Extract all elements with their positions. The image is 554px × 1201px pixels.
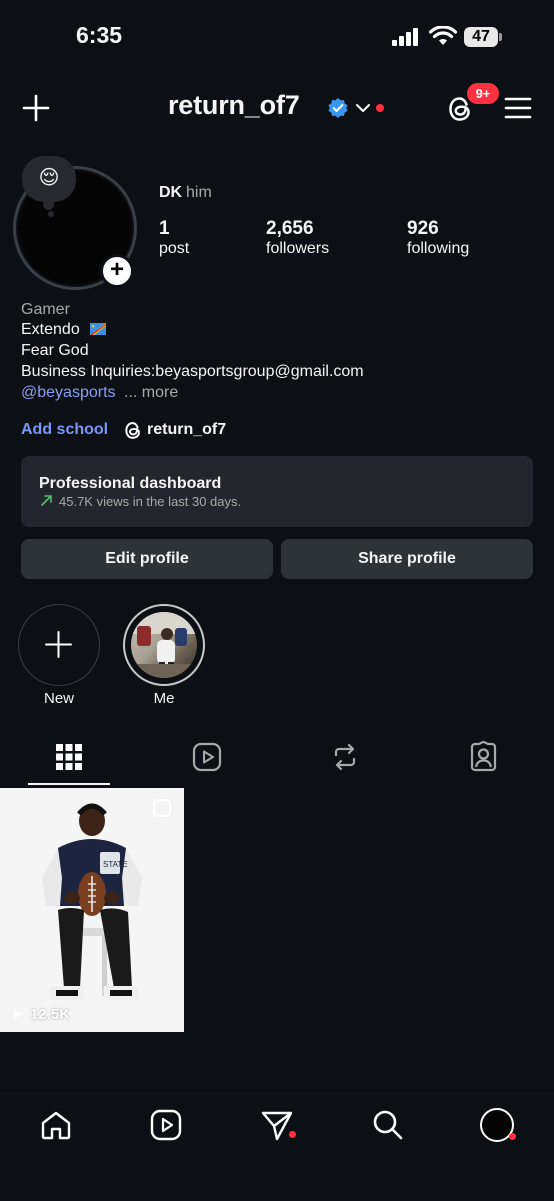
followers-label[interactable]: followers xyxy=(266,240,329,258)
unread-dot xyxy=(376,104,384,112)
note-bubble[interactable]: 😌 xyxy=(22,156,76,202)
add-school-link[interactable]: Add school xyxy=(21,421,108,439)
profile-username[interactable]: return_of7 xyxy=(168,90,300,121)
bio-line: Fear God xyxy=(21,342,89,359)
dashboard-subtitle: 45.7K views in the last 30 days. xyxy=(59,494,242,509)
status-time: 6:35 xyxy=(76,22,123,48)
battery-indicator: 47 xyxy=(464,27,498,47)
chevron-down-icon[interactable] xyxy=(355,102,371,114)
posts-label[interactable]: post xyxy=(159,240,189,258)
cellular-signal-icon xyxy=(392,28,420,46)
threads-profile-link[interactable]: return_of7 xyxy=(147,421,226,439)
edit-profile-button[interactable]: Edit profile xyxy=(21,539,273,579)
trending-up-icon xyxy=(40,494,53,507)
followers-count[interactable]: 2,656 xyxy=(266,218,314,240)
new-highlight-button[interactable] xyxy=(18,604,100,686)
add-story-button[interactable]: + xyxy=(100,254,134,288)
highlight-label: Me xyxy=(153,690,175,707)
active-tab-indicator xyxy=(28,783,110,785)
profile-unread-dot xyxy=(509,1133,516,1140)
reposts-icon[interactable] xyxy=(330,742,360,772)
highlight-label: New xyxy=(43,690,74,707)
grid-icon[interactable] xyxy=(56,744,82,770)
plus-icon[interactable] xyxy=(22,94,50,122)
reels-icon[interactable] xyxy=(150,1109,182,1141)
verified-badge-icon xyxy=(327,97,349,119)
following-label[interactable]: following xyxy=(407,240,469,258)
note-bubble-tail xyxy=(43,199,54,210)
wifi-icon xyxy=(429,26,457,46)
multi-post-icon xyxy=(151,797,173,819)
dashboard-title: Professional dashboard xyxy=(39,475,222,492)
note-bubble-tail-small xyxy=(48,211,54,217)
search-icon[interactable] xyxy=(372,1109,404,1141)
bio-mention-link[interactable]: @beyasports xyxy=(21,384,116,402)
display-name: DK xyxy=(159,184,183,201)
share-profile-button[interactable]: Share profile xyxy=(281,539,533,579)
post-thumbnail[interactable]: STATE xyxy=(0,788,184,1032)
messages-unread-dot xyxy=(289,1131,296,1138)
notification-badge: 9+ xyxy=(467,83,499,104)
bio-category: Gamer xyxy=(21,301,70,318)
drc-flag-icon xyxy=(90,323,106,335)
tagged-icon[interactable] xyxy=(468,741,499,773)
post-view-count: 12.5K xyxy=(30,1006,71,1023)
home-icon[interactable] xyxy=(40,1110,72,1140)
views-icon xyxy=(10,1007,26,1021)
reels-icon[interactable] xyxy=(192,742,222,772)
threads-small-icon xyxy=(123,420,143,441)
bio-line[interactable]: Business Inquiries:beyasportsgroup@gmail… xyxy=(21,363,364,381)
hamburger-menu-icon[interactable] xyxy=(504,96,532,120)
pronouns: him xyxy=(186,184,212,201)
highlight-cover-image xyxy=(131,612,197,678)
battery-tip xyxy=(499,33,502,41)
posts-count[interactable]: 1 xyxy=(159,218,170,240)
bio-more-link[interactable]: ... more xyxy=(124,384,178,402)
svg-text:STATE: STATE xyxy=(103,860,128,869)
following-count[interactable]: 926 xyxy=(407,218,439,240)
bio-line: Extendo xyxy=(21,321,80,338)
